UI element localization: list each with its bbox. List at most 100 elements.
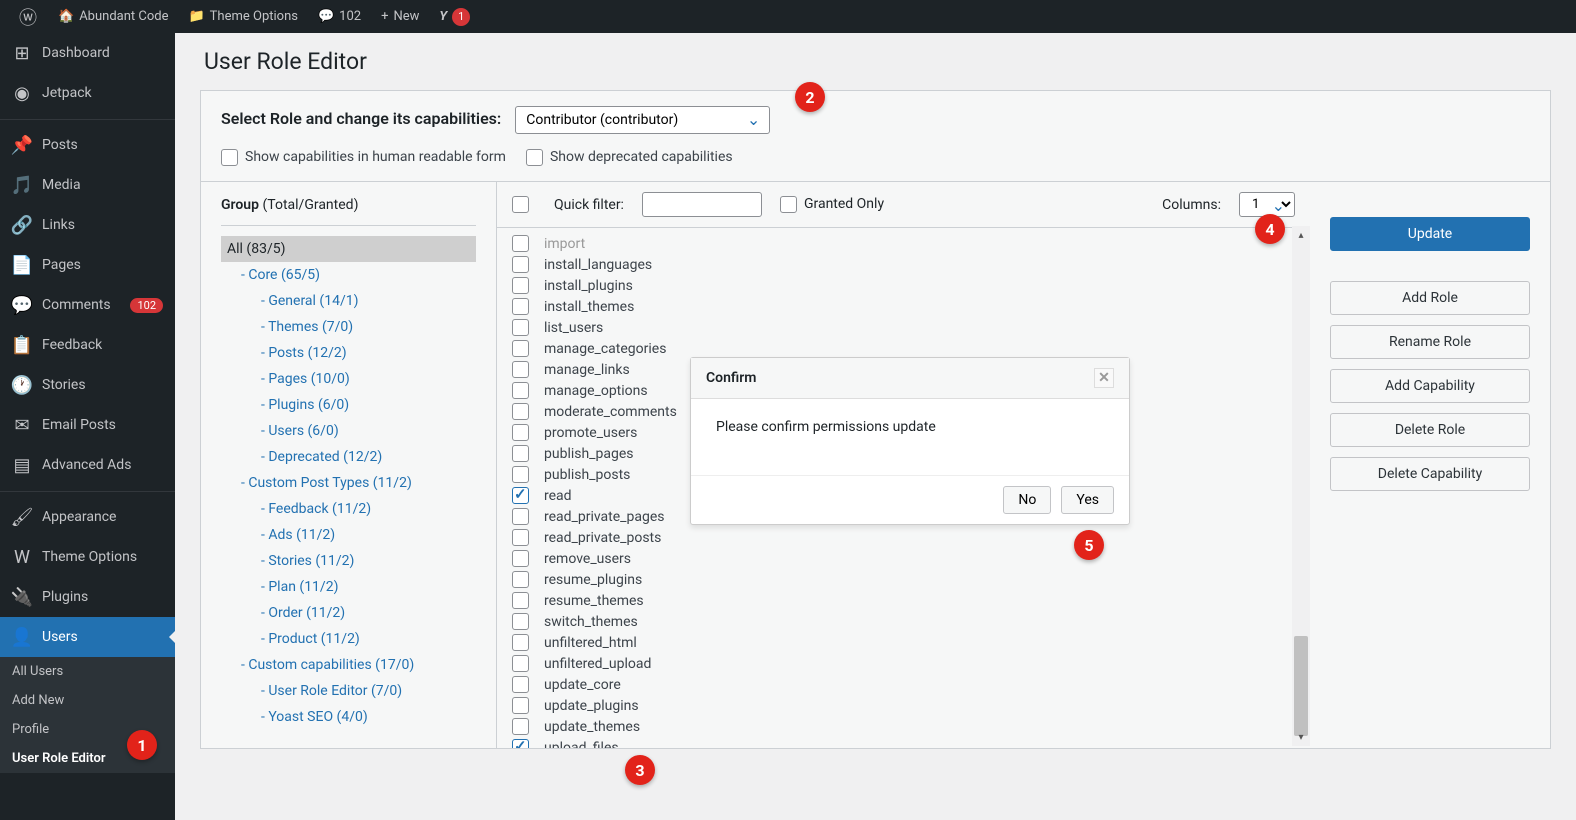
capability-checkbox[interactable] — [512, 571, 529, 588]
group-item[interactable]: - Posts (12/2) — [221, 340, 476, 366]
group-item[interactable]: - Ads (11/2) — [221, 522, 476, 548]
capability-label[interactable]: moderate_comments — [544, 404, 677, 420]
capability-label[interactable]: unfiltered_upload — [544, 656, 651, 672]
group-item[interactable]: All (83/5) — [221, 236, 476, 262]
capability-checkbox[interactable] — [512, 235, 529, 252]
menu-item-users[interactable]: 👤Users — [0, 617, 175, 657]
capability-checkbox[interactable] — [512, 739, 529, 748]
capability-label[interactable]: remove_users — [544, 551, 631, 567]
capability-checkbox[interactable] — [512, 655, 529, 672]
select-all-checkbox[interactable] — [512, 196, 529, 213]
capability-checkbox[interactable] — [512, 340, 529, 357]
granted-only-checkbox[interactable] — [780, 196, 797, 213]
group-item[interactable]: - Order (11/2) — [221, 600, 476, 626]
human-readable-option[interactable]: Show capabilities in human readable form — [221, 149, 506, 166]
group-item[interactable]: - Product (11/2) — [221, 626, 476, 652]
capability-checkbox[interactable] — [512, 382, 529, 399]
site-name-item[interactable]: 🏠Abundant Code — [48, 0, 178, 33]
delete-role-button[interactable]: Delete Role — [1330, 413, 1530, 447]
capability-checkbox[interactable] — [512, 529, 529, 546]
menu-item-theme-options[interactable]: WTheme Options — [0, 537, 175, 577]
menu-item-appearance[interactable]: 🖌Appearance — [0, 497, 175, 537]
add-capability-button[interactable]: Add Capability — [1330, 369, 1530, 403]
comments-item[interactable]: 💬102 — [308, 0, 371, 33]
deprecated-checkbox[interactable] — [526, 149, 543, 166]
capability-label[interactable]: install_languages — [544, 257, 652, 273]
capability-checkbox[interactable] — [512, 676, 529, 693]
group-item[interactable]: - Pages (10/0) — [221, 366, 476, 392]
capability-checkbox[interactable] — [512, 319, 529, 336]
capability-label[interactable]: publish_posts — [544, 467, 630, 483]
capability-label[interactable]: read — [544, 488, 572, 504]
quick-filter-input[interactable] — [642, 192, 762, 217]
group-item[interactable]: - Stories (11/2) — [221, 548, 476, 574]
capability-label[interactable]: update_core — [544, 677, 621, 693]
capability-label[interactable]: update_plugins — [544, 698, 639, 714]
menu-item-links[interactable]: 🔗Links — [0, 205, 175, 245]
human-readable-checkbox[interactable] — [221, 149, 238, 166]
menu-item-media[interactable]: 🎵Media — [0, 165, 175, 205]
capability-checkbox[interactable] — [512, 613, 529, 630]
capability-checkbox[interactable] — [512, 697, 529, 714]
delete-capability-button[interactable]: Delete Capability — [1330, 457, 1530, 491]
menu-item-email-posts[interactable]: ✉Email Posts — [0, 405, 175, 445]
capability-label[interactable]: read_private_pages — [544, 509, 664, 525]
menu-item-advanced-ads[interactable]: ▤Advanced Ads — [0, 445, 175, 485]
group-item[interactable]: - General (14/1) — [221, 288, 476, 314]
theme-options-item[interactable]: 📁Theme Options — [178, 0, 307, 33]
group-item[interactable]: - Custom capabilities (17/0) — [221, 652, 476, 678]
group-item[interactable]: - Users (6/0) — [221, 418, 476, 444]
capability-label[interactable]: update_themes — [544, 719, 640, 735]
role-select[interactable]: Contributor (contributor) — [515, 106, 770, 134]
granted-only-option[interactable]: Granted Only — [780, 196, 884, 213]
menu-item-jetpack[interactable]: ◉Jetpack — [0, 73, 175, 113]
new-item[interactable]: +New — [371, 0, 429, 33]
rename-role-button[interactable]: Rename Role — [1330, 325, 1530, 359]
capability-label[interactable]: install_plugins — [544, 278, 633, 294]
capability-label[interactable]: install_themes — [544, 299, 634, 315]
group-item[interactable]: - Deprecated (12/2) — [221, 444, 476, 470]
capability-checkbox[interactable] — [512, 466, 529, 483]
capability-label[interactable]: manage_links — [544, 362, 630, 378]
submenu-item-all-users[interactable]: All Users — [0, 657, 175, 686]
capability-checkbox[interactable] — [512, 550, 529, 567]
group-item[interactable]: - Core (65/5) — [221, 262, 476, 288]
menu-item-pages[interactable]: 📄Pages — [0, 245, 175, 285]
scroll-thumb[interactable] — [1294, 636, 1308, 736]
capability-checkbox[interactable] — [512, 403, 529, 420]
capability-checkbox[interactable] — [512, 298, 529, 315]
deprecated-option[interactable]: Show deprecated capabilities — [526, 149, 733, 166]
menu-item-comments[interactable]: 💬Comments102 — [0, 285, 175, 325]
scroll-up-icon[interactable]: ▴ — [1292, 226, 1310, 244]
scroll-down-icon[interactable]: ▾ — [1292, 728, 1310, 746]
capability-label[interactable]: manage_options — [544, 383, 648, 399]
group-item[interactable]: - Plan (11/2) — [221, 574, 476, 600]
capability-checkbox[interactable] — [512, 445, 529, 462]
capability-label[interactable]: promote_users — [544, 425, 637, 441]
update-button[interactable]: Update — [1330, 217, 1530, 251]
group-item[interactable]: - Plugins (6/0) — [221, 392, 476, 418]
capability-label[interactable]: manage_categories — [544, 341, 666, 357]
menu-item-feedback[interactable]: 📋Feedback — [0, 325, 175, 365]
capability-label[interactable]: switch_themes — [544, 614, 638, 630]
capability-label[interactable]: publish_pages — [544, 446, 634, 462]
dialog-close-button[interactable]: ✕ — [1094, 368, 1114, 388]
add-role-button[interactable]: Add Role — [1330, 281, 1530, 315]
capability-checkbox[interactable] — [512, 361, 529, 378]
capability-label[interactable]: read_private_posts — [544, 530, 661, 546]
capability-checkbox[interactable] — [512, 424, 529, 441]
group-item[interactable]: - Feedback (11/2) — [221, 496, 476, 522]
capability-label[interactable]: list_users — [544, 320, 603, 336]
scrollbar[interactable]: ▴ ▾ — [1292, 226, 1310, 746]
capability-label[interactable]: resume_plugins — [544, 572, 642, 588]
capability-checkbox[interactable] — [512, 277, 529, 294]
group-item[interactable]: - Yoast SEO (4/0) — [221, 704, 476, 730]
capability-checkbox[interactable] — [512, 718, 529, 735]
capability-label[interactable]: upload_files — [544, 740, 619, 749]
menu-item-stories[interactable]: 🕐Stories — [0, 365, 175, 405]
capability-label[interactable]: unfiltered_html — [544, 635, 637, 651]
capability-checkbox[interactable] — [512, 592, 529, 609]
menu-item-plugins[interactable]: 🔌Plugins — [0, 577, 175, 617]
dialog-no-button[interactable]: No — [1003, 486, 1051, 514]
capability-checkbox[interactable] — [512, 508, 529, 525]
